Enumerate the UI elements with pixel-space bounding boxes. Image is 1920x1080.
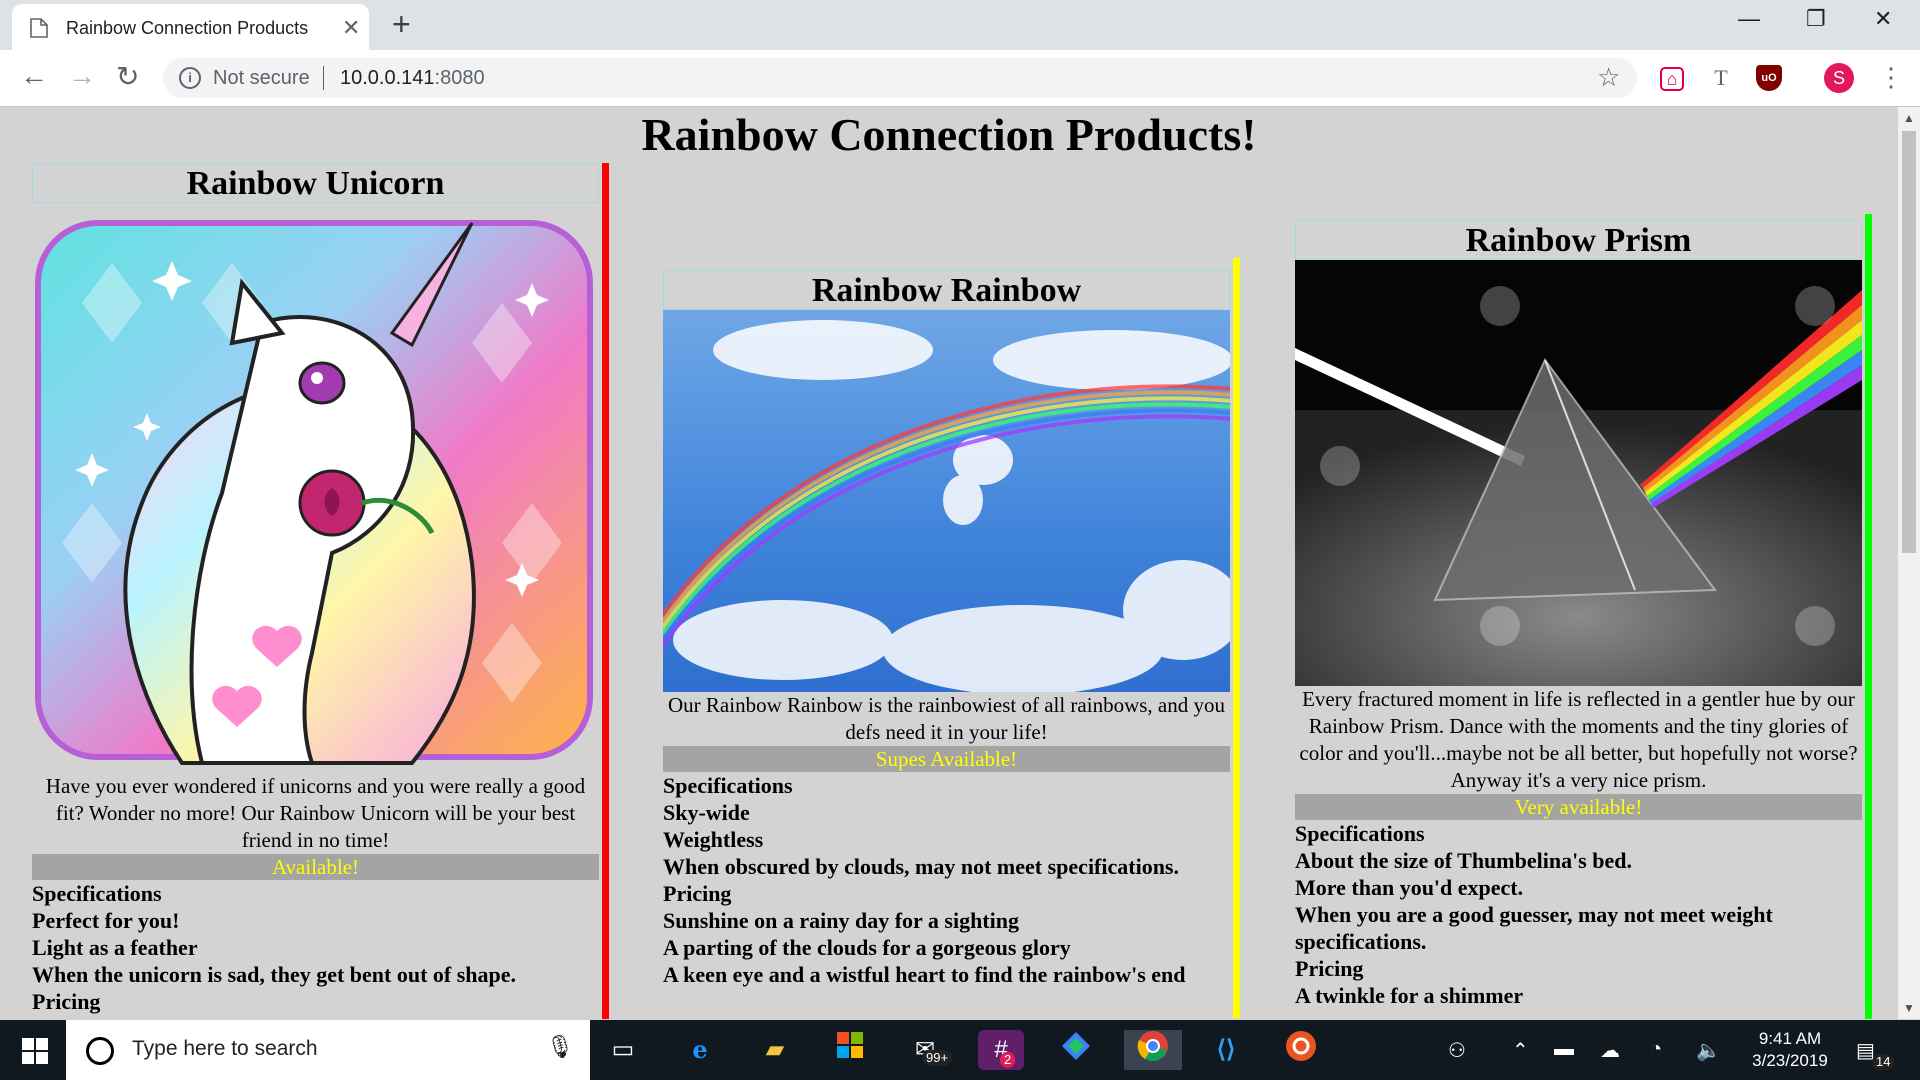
rainbow-sky-image bbox=[663, 310, 1230, 692]
pricing-item: A keen eye and a wistful heart to find t… bbox=[663, 962, 1186, 987]
spec-item: About the size of Thumbelina's bed. bbox=[1295, 848, 1632, 873]
availability-badge: Very available! bbox=[1295, 794, 1862, 820]
pricing-heading: Pricing bbox=[663, 881, 732, 906]
unicorn-image bbox=[32, 203, 599, 773]
address-bar[interactable]: i Not secure 10.0.0.141:8080 ☆ bbox=[163, 58, 1637, 98]
new-tab-button[interactable]: + bbox=[392, 6, 411, 43]
page-icon bbox=[30, 18, 48, 38]
url-text[interactable]: 10.0.0.141:8080 bbox=[340, 67, 485, 90]
wifi-icon[interactable]: ◔ bbox=[1650, 1038, 1662, 1061]
volume-icon[interactable]: 🔈 bbox=[1696, 1038, 1721, 1063]
page-title: Rainbow Connection Products! bbox=[641, 109, 1257, 160]
search-placeholder: Type here to search bbox=[132, 1037, 318, 1060]
slack-badge: 2 bbox=[1000, 1052, 1016, 1068]
pocket-extension-icon[interactable]: ⌂ bbox=[1660, 67, 1684, 91]
spec-item: Sky-wide bbox=[663, 800, 750, 825]
reload-icon[interactable]: ↻ bbox=[116, 60, 139, 93]
minimize-button[interactable]: — bbox=[1738, 6, 1760, 32]
browser-menu-icon[interactable]: ⋮ bbox=[1878, 62, 1904, 93]
edge-browser-icon[interactable]: e bbox=[677, 1030, 723, 1070]
forward-arrow-icon[interactable]: → bbox=[68, 60, 96, 92]
accent-bar bbox=[1865, 214, 1872, 1019]
ublock-extension-icon[interactable]: uO bbox=[1756, 65, 1782, 91]
scroll-up-icon[interactable]: ▲ bbox=[1903, 111, 1915, 125]
browser-tab[interactable]: Rainbow Connection Products ✕ bbox=[12, 4, 369, 50]
security-label[interactable]: Not secure bbox=[213, 67, 310, 90]
text-extension-icon[interactable]: T bbox=[1708, 65, 1734, 91]
spec-item: Light as a feather bbox=[32, 935, 198, 960]
pricing-item: A twinkle for a shimmer bbox=[1295, 983, 1524, 1008]
scroll-down-icon[interactable]: ▼ bbox=[1903, 1001, 1915, 1015]
pricing-heading: Pricing bbox=[1295, 956, 1364, 981]
product-description: Have you ever wondered if unicorns and y… bbox=[45, 774, 586, 852]
product-card-unicorn: Rainbow Unicorn Have you ever wondered i… bbox=[32, 163, 609, 1019]
taskbar-clock[interactable]: 9:41 AM 3/23/2019 bbox=[1740, 1028, 1840, 1072]
back-arrow-icon[interactable]: ← bbox=[20, 60, 48, 92]
url-host: 10.0.0.141 bbox=[340, 67, 435, 89]
page-scrollbar[interactable]: ▲ ▼ bbox=[1898, 107, 1920, 1019]
tab-close-icon[interactable]: ✕ bbox=[342, 15, 360, 41]
battery-icon[interactable]: ▬ bbox=[1554, 1038, 1574, 1061]
mail-badge: 99+ bbox=[922, 1050, 953, 1066]
product-title: Rainbow Rainbow bbox=[663, 270, 1230, 310]
people-icon[interactable]: ⚇ bbox=[1448, 1038, 1466, 1063]
clock-time: 9:41 AM bbox=[1758, 1029, 1822, 1048]
onedrive-icon[interactable]: ☁ bbox=[1600, 1038, 1620, 1063]
file-explorer-icon[interactable]: ▰ bbox=[752, 1030, 798, 1070]
scrollbar-thumb[interactable] bbox=[1902, 131, 1916, 553]
browser-toolbar: ← → ↻ i Not secure 10.0.0.141:8080 ☆ ⌂ T… bbox=[0, 50, 1920, 107]
tab-title: Rainbow Connection Products bbox=[66, 18, 309, 38]
hidden-icons-chevron-icon[interactable]: ⌃ bbox=[1512, 1038, 1529, 1063]
spec-item: When obscured by clouds, may not meet sp… bbox=[663, 854, 1179, 879]
windows-start-icon[interactable] bbox=[22, 1038, 48, 1064]
pricing-item: A parting of the clouds for a gorgeous g… bbox=[663, 935, 1071, 960]
product-description: Every fractured moment in life is reflec… bbox=[1299, 687, 1858, 792]
availability-badge: Supes Available! bbox=[663, 746, 1230, 772]
profile-avatar[interactable]: S bbox=[1824, 63, 1854, 93]
product-card-prism: Rainbow Prism Every fractured moment in … bbox=[1295, 214, 1872, 1019]
availability-badge: Available! bbox=[32, 854, 599, 880]
chrome-icon[interactable] bbox=[1124, 1030, 1182, 1070]
specs-heading: Specifications bbox=[663, 773, 793, 798]
product-card-rainbow: Rainbow Rainbow Our Rainbow Rainbow is t… bbox=[663, 258, 1240, 1018]
pricing-item: Sunshine on a rainy day for a sighting bbox=[663, 908, 1019, 933]
notification-count: 14 bbox=[1872, 1054, 1895, 1070]
accent-bar bbox=[1233, 258, 1240, 1018]
pricing-heading: Pricing bbox=[32, 989, 101, 1014]
spec-item: More than you'd expect. bbox=[1295, 875, 1524, 900]
clock-date: 3/23/2019 bbox=[1752, 1051, 1828, 1070]
spec-item: When the unicorn is sad, they get bent o… bbox=[32, 962, 517, 987]
accent-bar bbox=[602, 163, 609, 1019]
restore-button[interactable]: ❐ bbox=[1806, 6, 1826, 32]
vscode-icon[interactable]: ⟨⟩ bbox=[1203, 1030, 1249, 1070]
cortana-icon[interactable] bbox=[86, 1037, 114, 1065]
specs-heading: Specifications bbox=[32, 881, 162, 906]
spec-item: Weightless bbox=[663, 827, 764, 852]
info-icon[interactable]: i bbox=[179, 67, 201, 89]
spec-item: When you are a good guesser, may not mee… bbox=[1295, 902, 1773, 954]
divider bbox=[323, 66, 324, 90]
store-icon[interactable] bbox=[827, 1030, 873, 1070]
ubuntu-icon[interactable] bbox=[1278, 1030, 1324, 1070]
tab-strip: Rainbow Connection Products ✕ + — ❐ ✕ bbox=[0, 0, 1920, 50]
prism-image bbox=[1295, 260, 1862, 686]
product-title: Rainbow Unicorn bbox=[32, 163, 599, 203]
spec-item: Perfect for you! bbox=[32, 908, 180, 933]
windows-taskbar: Type here to search 🎙 ▭ e ▰ ✉ 99+ # 2 ⟨⟩… bbox=[0, 1020, 1920, 1080]
microphone-icon[interactable]: 🎙 bbox=[546, 1034, 574, 1060]
web-page: Rainbow Connection Products! Rainbow Uni… bbox=[0, 107, 1898, 1019]
product-description: Our Rainbow Rainbow is the rainbowiest o… bbox=[668, 693, 1225, 744]
task-view-icon[interactable]: ▭ bbox=[600, 1030, 646, 1070]
git-client-icon[interactable] bbox=[1053, 1030, 1099, 1070]
bookmark-star-icon[interactable]: ☆ bbox=[1597, 62, 1620, 93]
url-port: :8080 bbox=[434, 67, 485, 89]
close-window-button[interactable]: ✕ bbox=[1874, 6, 1892, 32]
taskbar-search-box[interactable]: Type here to search 🎙 bbox=[66, 1020, 590, 1080]
specs-heading: Specifications bbox=[1295, 821, 1425, 846]
product-title: Rainbow Prism bbox=[1295, 220, 1862, 260]
